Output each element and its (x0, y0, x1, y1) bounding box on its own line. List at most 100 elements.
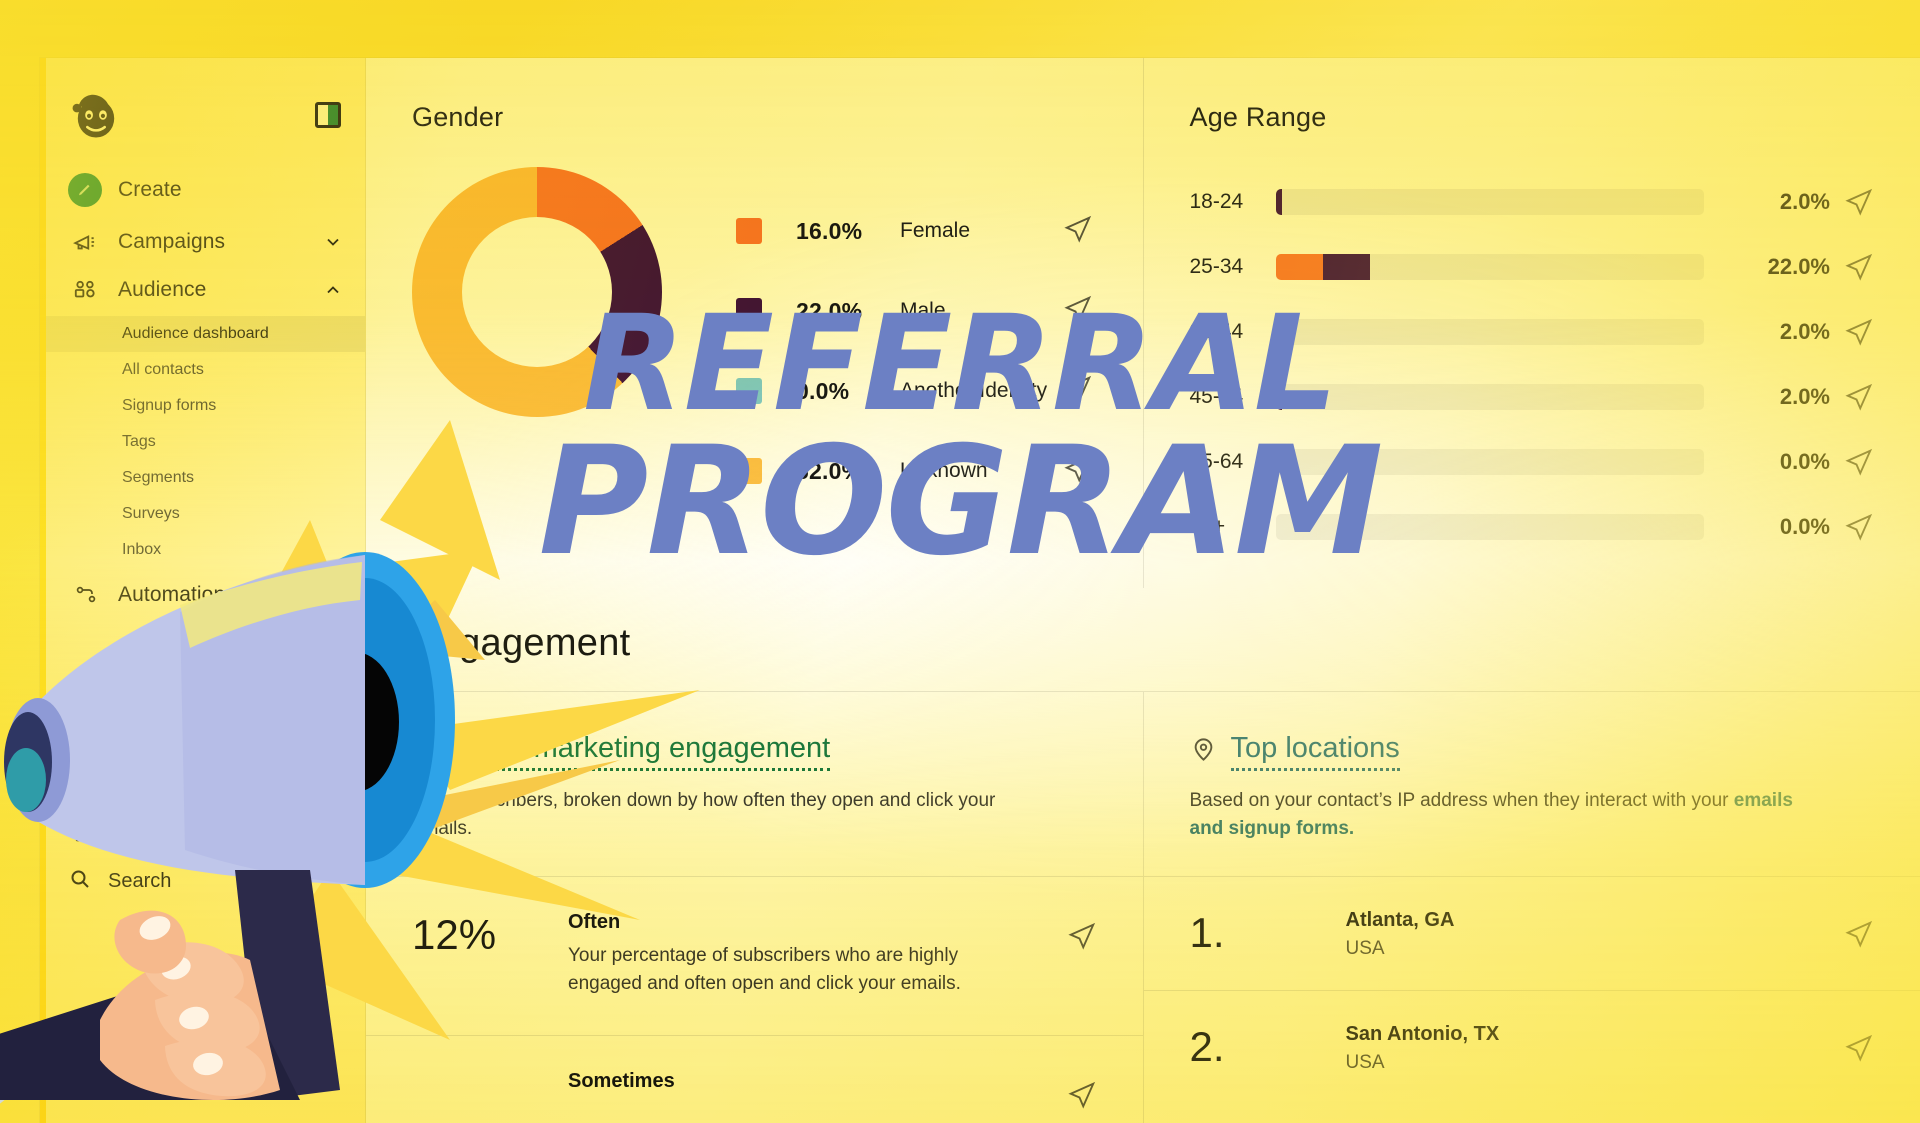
content-icon (68, 771, 102, 797)
mailchimp-monkey-logo[interactable] (68, 89, 124, 141)
sidebar-item-audience-dashboard[interactable]: Audience dashboard (46, 316, 365, 352)
age-row[interactable]: 55-64 0.0% (1190, 429, 1875, 494)
send-icon[interactable] (1830, 187, 1874, 217)
sidebar-item-audience[interactable]: Audience (46, 266, 365, 314)
legend-percent: 0.0% (796, 377, 850, 404)
collapse-panel-icon[interactable] (315, 102, 341, 128)
location-rank: 2. (1189, 1023, 1225, 1071)
legend-label: Male (900, 299, 946, 322)
age-label: 45-54 (1189, 384, 1244, 408)
sidebar-item-integrations[interactable]: Integrations (46, 808, 365, 855)
email-engagement-title[interactable]: Email marketing engagement (453, 732, 831, 771)
send-icon[interactable] (1830, 382, 1874, 412)
sidebar-item-surveys[interactable]: Surveys (46, 496, 365, 532)
location-country: USA (1345, 1052, 1385, 1074)
age-bar-track (1275, 188, 1704, 215)
age-row[interactable]: 45-54 2.0% (1190, 364, 1875, 429)
engagement-stat-row[interactable]: 12% Often Your percentage of subscribers… (366, 876, 1143, 1035)
sidebar-item-tags[interactable]: Tags (46, 424, 365, 460)
age-percent: 2.0% (1779, 188, 1830, 214)
legend-label: Another Identity (900, 379, 1048, 402)
send-icon[interactable] (1830, 317, 1874, 347)
age-percent: 0.0% (1779, 448, 1830, 474)
age-bar-track (1275, 448, 1704, 475)
age-row[interactable]: 65+ 0.0% (1190, 494, 1875, 559)
audience-icon (68, 277, 102, 303)
legend-swatch (736, 458, 762, 484)
legend-item[interactable]: 22.0% Male (736, 271, 1097, 351)
sidebar-item-signup-forms[interactable]: Signup forms (46, 388, 365, 424)
age-bar-track (1275, 318, 1704, 345)
legend-label: Unknown (900, 459, 988, 482)
contacts-icon (412, 736, 439, 768)
legend-item[interactable]: 62.0% Unknown (736, 431, 1097, 511)
legend-percent: 62.0% (796, 457, 863, 484)
sidebar-item-segments[interactable]: Segments (46, 460, 365, 496)
age-range-card: Age Range 18-24 2.0% 25-34 22.0% 35-44 2… (1142, 58, 1920, 588)
sidebar-item-all-contacts[interactable]: All contacts (46, 352, 365, 388)
age-range-bars: 18-24 2.0% 25-34 22.0% 35-44 2.0% 45-54 … (1190, 169, 1875, 559)
engagement-panels: Email marketing engagement Your subscrib… (366, 691, 1920, 1123)
audience-subnav: Audience dashboard All contacts Signup f… (46, 314, 365, 572)
sidebar-item-campaigns[interactable]: Campaigns (46, 218, 365, 266)
age-row[interactable]: 35-44 2.0% (1190, 299, 1875, 364)
top-locations-title[interactable]: Top locations (1230, 732, 1400, 771)
age-label: 65+ (1189, 514, 1226, 538)
legend-percent: 22.0% (796, 297, 863, 324)
sidebar-item-label: Content (118, 772, 193, 795)
sidebar-item-create[interactable]: Create (46, 162, 365, 218)
age-label: 35-44 (1189, 319, 1244, 343)
legend-label: Female (900, 219, 971, 242)
chevron-down-icon[interactable] (323, 232, 343, 252)
sidebar-item-automations[interactable]: Automations (46, 572, 365, 618)
sidebar-item-label: Create (118, 178, 182, 201)
sidebar-item-label: Campaigns (118, 230, 226, 253)
grid-icon (68, 819, 102, 844)
search-icon (68, 867, 92, 896)
age-row[interactable]: 25-34 22.0% (1190, 234, 1875, 299)
pencil-icon (68, 173, 102, 207)
send-icon[interactable] (1834, 909, 1874, 949)
age-label: 18-24 (1189, 189, 1244, 213)
send-icon[interactable] (1830, 447, 1874, 477)
location-row[interactable]: 2. San Antonio, TX USA (1143, 990, 1920, 1104)
sidebar-header (46, 76, 365, 148)
chevron-down-icon[interactable] (323, 822, 343, 842)
map-pin-icon (1190, 736, 1217, 768)
age-percent: 0.0% (1779, 513, 1830, 539)
engagement-stat-row[interactable]: Sometimes (366, 1035, 1143, 1123)
legend-item[interactable]: 16.0% Female (736, 191, 1097, 271)
gender-chart-area: 16.0% Female 22.0% Male 0.0% Another Ide… (412, 167, 1097, 511)
chevron-down-icon[interactable] (323, 774, 343, 794)
email-engagement-panel: Email marketing engagement Your subscrib… (366, 692, 1143, 1123)
send-icon[interactable] (1063, 294, 1097, 329)
megaphone-icon (68, 229, 102, 255)
send-icon[interactable] (1834, 1023, 1874, 1063)
send-icon[interactable] (1063, 374, 1097, 409)
age-row[interactable]: 18-24 2.0% (1190, 169, 1875, 234)
top-locations-subtitle: Based on your contact’s IP address when … (1190, 787, 1830, 842)
sidebar-item-inbox[interactable]: Inbox (46, 532, 365, 568)
send-icon[interactable] (1830, 512, 1874, 542)
location-row[interactable]: 1. Atlanta, GA USA (1143, 876, 1920, 990)
sidebar-search[interactable]: Search (46, 855, 365, 908)
top-locations-panel: Top locations Based on your contact’s IP… (1142, 692, 1920, 1123)
sidebar-nav: Create Campaigns Audience Audience dashb… (46, 162, 365, 908)
chevron-up-icon[interactable] (323, 280, 343, 300)
send-icon[interactable] (1057, 911, 1097, 951)
sidebar-item-content[interactable]: Content (46, 760, 365, 808)
send-icon[interactable] (1057, 1070, 1097, 1110)
gender-donut-chart (412, 167, 662, 417)
location-city: Atlanta, GA (1345, 909, 1455, 932)
age-bar-segment (1275, 383, 1283, 410)
sidebar-item-label: Audience (118, 278, 207, 301)
send-icon[interactable] (1063, 214, 1097, 249)
mailchimp-app-window: Create Campaigns Audience Audience dashb… (40, 58, 1920, 1123)
age-bar-track (1275, 513, 1704, 540)
demographics-row: Gender 16.0% Female 22.0% Male 0.0% Anot… (366, 58, 1920, 588)
legend-item[interactable]: 0.0% Another Identity (736, 351, 1097, 431)
location-city: San Antonio, TX (1345, 1023, 1500, 1046)
send-icon[interactable] (1063, 454, 1097, 489)
send-icon[interactable] (1830, 252, 1874, 282)
screenshot-root: Create Campaigns Audience Audience dashb… (0, 0, 1920, 1123)
